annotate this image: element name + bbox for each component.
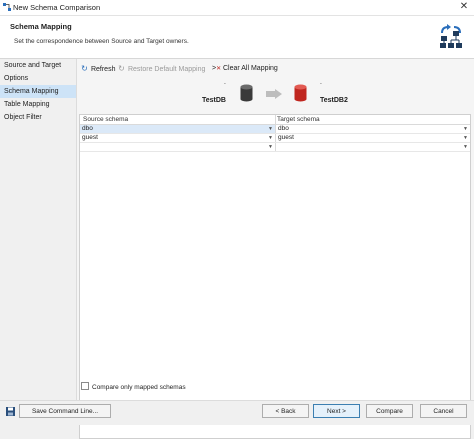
save-icon	[6, 407, 15, 416]
target-schema-header: Target schema	[277, 116, 320, 123]
target-schema-select[interactable]: dbo ▼	[276, 125, 470, 133]
source-schema-header: Source schema	[83, 116, 129, 123]
save-command-line-button[interactable]: Save Command Line...	[19, 404, 111, 418]
target-database-icon	[294, 84, 307, 102]
database-pair: ` TestDB ` TestDB2	[77, 81, 474, 111]
schema-mapping-panel: ↻ Refresh ↻ Restore Default Mapping >✕ C…	[77, 59, 474, 439]
compare-only-label: Compare only mapped schemas	[92, 384, 186, 391]
target-schema-value: dbo	[278, 125, 289, 132]
refresh-button[interactable]: ↻ Refresh	[80, 63, 115, 74]
compare-only-mapped-checkbox[interactable]: Compare only mapped schemas	[81, 382, 186, 392]
checkbox-box[interactable]	[81, 382, 89, 390]
title-bar: New Schema Comparison ✕	[0, 0, 474, 16]
sidebar-item-options[interactable]: Options	[0, 72, 76, 85]
wizard-footer: Save Command Line... < Back Next > Compa…	[0, 400, 474, 425]
cancel-button[interactable]: Cancel	[420, 404, 467, 418]
chevron-down-icon[interactable]: ▼	[463, 143, 468, 151]
clear-label: Clear All Mapping	[222, 65, 278, 72]
chevron-down-icon[interactable]: ▼	[463, 134, 468, 142]
source-schema-select[interactable]: guest ▼	[80, 134, 275, 142]
mapping-toolbar: ↻ Refresh ↻ Restore Default Mapping >✕ C…	[77, 61, 474, 75]
table-row[interactable]: guest ▼ guest ▼	[80, 134, 470, 143]
window-title: New Schema Comparison	[13, 3, 101, 12]
sidebar-item-object-filter[interactable]: Object Filter	[0, 111, 76, 124]
restore-label: Restore Default Mapping	[127, 66, 206, 73]
sidebar-item-source-and-target[interactable]: Source and Target	[0, 59, 76, 72]
table-row[interactable]: ▼ ▼	[80, 143, 470, 152]
target-db-marker: `	[320, 84, 322, 90]
chevron-down-icon[interactable]: ▼	[268, 125, 273, 133]
refresh-label: Refresh	[90, 66, 116, 73]
target-schema-value: guest	[278, 134, 294, 141]
clear-mapping-icon: >✕	[212, 65, 222, 72]
source-schema-value: dbo	[82, 125, 93, 132]
next-button[interactable]: Next >	[313, 404, 360, 418]
page-description: Set the correspondence between Source an…	[14, 38, 189, 45]
target-schema-select[interactable]: guest ▼	[276, 134, 470, 142]
source-schema-select[interactable]: dbo ▼	[80, 125, 275, 133]
arrow-right-icon	[266, 89, 282, 99]
back-button[interactable]: < Back	[262, 404, 309, 418]
close-icon[interactable]: ✕	[458, 1, 470, 13]
target-schema-select[interactable]: ▼	[276, 143, 470, 151]
wizard-header: Schema Mapping Set the correspondence be…	[0, 16, 474, 59]
sidebar-item-schema-mapping[interactable]: Schema Mapping	[0, 85, 76, 98]
source-db-name: TestDB	[202, 97, 226, 104]
table-row[interactable]: dbo ▼ dbo ▼	[80, 125, 470, 134]
restore-icon: ↻	[118, 64, 125, 73]
source-schema-select[interactable]: ▼	[80, 143, 275, 151]
clear-all-mapping-button[interactable]: >✕ Clear All Mapping	[212, 63, 278, 74]
sidebar-item-table-mapping[interactable]: Table Mapping	[0, 98, 76, 111]
compare-button[interactable]: Compare	[366, 404, 413, 418]
page-title: Schema Mapping	[10, 22, 72, 31]
source-db-marker: `	[224, 84, 226, 90]
source-database-icon	[240, 84, 253, 102]
restore-default-mapping-button[interactable]: ↻ Restore Default Mapping	[117, 63, 205, 74]
source-schema-value: guest	[82, 134, 98, 141]
chevron-down-icon[interactable]: ▼	[268, 143, 273, 151]
refresh-icon: ↻	[81, 64, 88, 73]
schema-compare-app-icon	[3, 3, 11, 11]
chevron-down-icon[interactable]: ▼	[268, 134, 273, 142]
wizard-sidebar: Source and Target Options Schema Mapping…	[0, 59, 77, 400]
chevron-down-icon[interactable]: ▼	[463, 125, 468, 133]
schema-mapping-icon	[440, 24, 462, 48]
target-db-name: TestDB2	[320, 97, 348, 104]
